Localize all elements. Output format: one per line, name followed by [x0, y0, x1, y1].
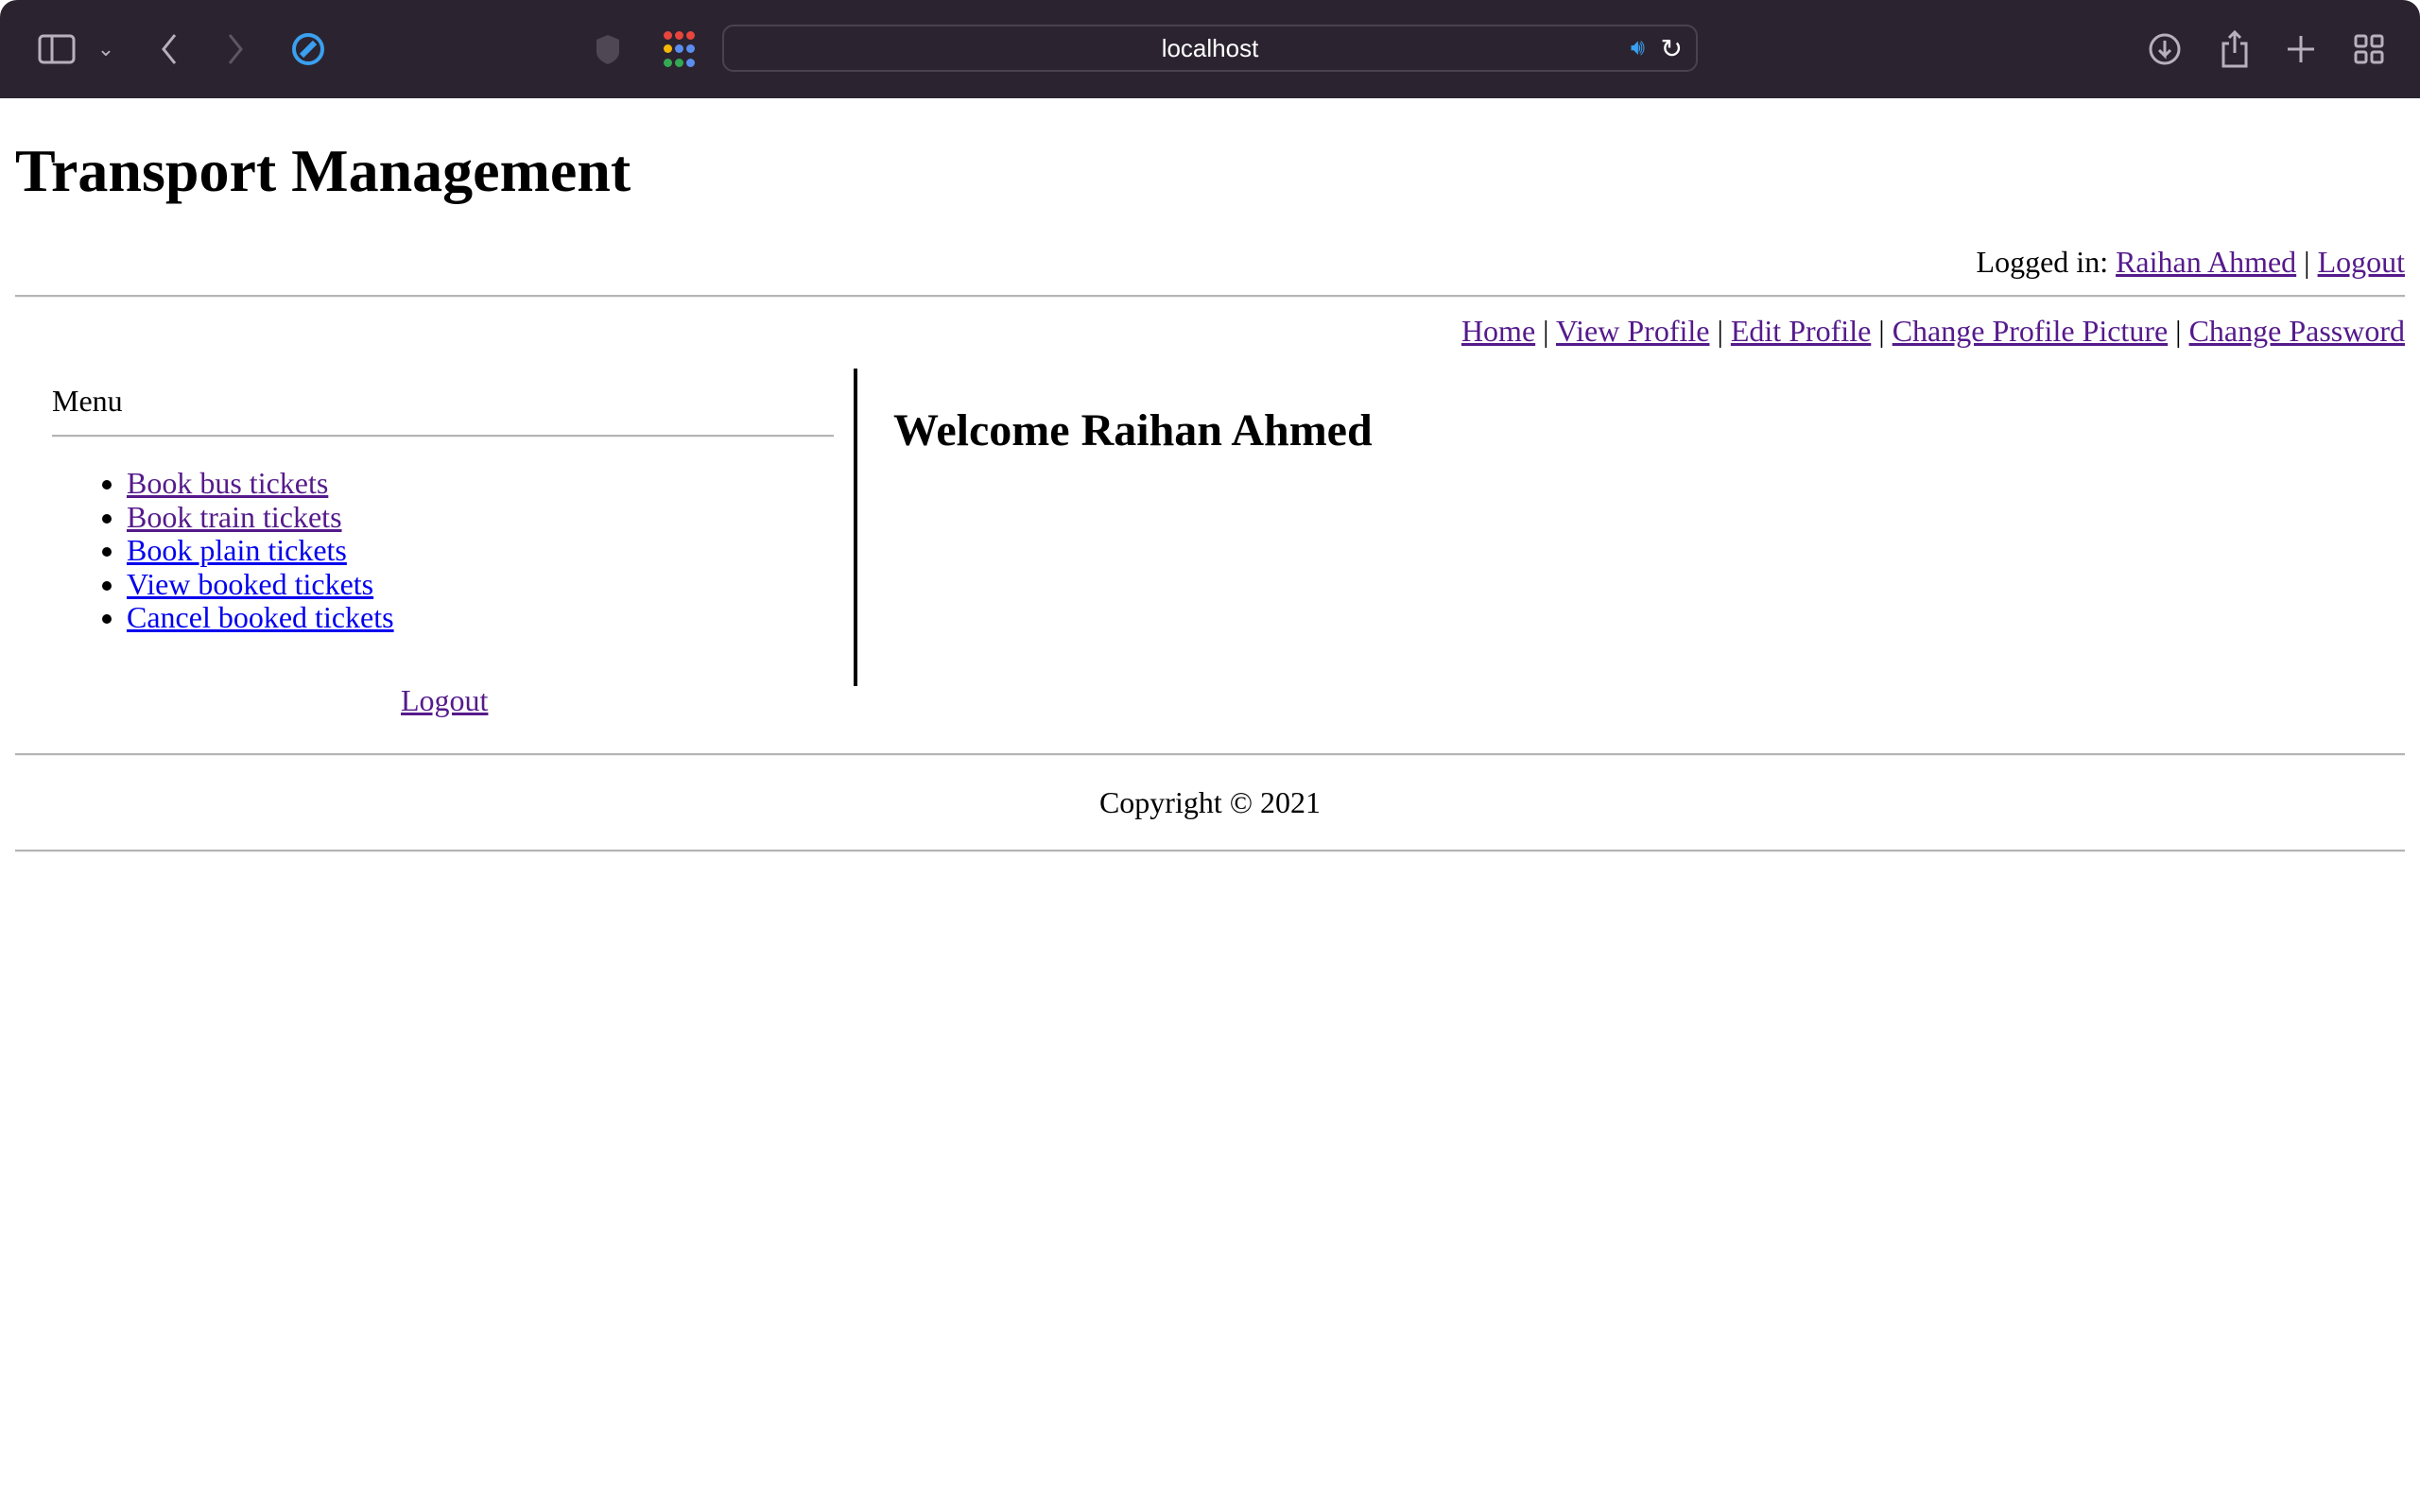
separator: | — [2304, 245, 2310, 279]
forward-icon[interactable] — [221, 30, 250, 68]
menu-divider — [52, 435, 834, 438]
sidebar-logout-link[interactable]: Logout — [401, 683, 488, 718]
browser-toolbar: ⌄ localhost 🔊︎ ↻ — [0, 0, 2420, 98]
back-icon[interactable] — [155, 30, 183, 68]
privacy-shield-icon[interactable] — [592, 30, 624, 68]
site-title: Transport Management — [15, 137, 631, 204]
menu-list: Book bus tickets Book train tickets Book… — [127, 466, 394, 635]
new-tab-icon[interactable] — [2282, 30, 2320, 68]
audio-playing-icon[interactable]: 🔊︎ — [1631, 35, 1645, 61]
column-divider — [854, 369, 857, 686]
tab-overview-icon[interactable] — [2350, 30, 2388, 68]
sidebar-toggle-icon[interactable] — [36, 30, 78, 68]
login-status: Logged in: Raihan Ahmed | Logout — [1977, 245, 2405, 280]
nav-view-profile[interactable]: View Profile — [1556, 314, 1709, 348]
nav-home[interactable]: Home — [1461, 314, 1535, 348]
menu-book-plain[interactable]: Book plain tickets — [127, 533, 347, 567]
menu-item: Book train tickets — [127, 500, 394, 535]
url-text: localhost — [1161, 33, 1259, 62]
separator: | — [1543, 314, 1549, 348]
profile-nav: Home | View Profile | Edit Profile | Cha… — [1461, 314, 2405, 349]
logged-in-label: Logged in: — [1976, 245, 2109, 279]
downloads-icon[interactable] — [2146, 30, 2184, 68]
share-icon[interactable] — [2216, 30, 2254, 68]
menu-book-bus[interactable]: Book bus tickets — [127, 466, 328, 500]
reload-icon[interactable]: ↻ — [1661, 33, 1683, 64]
footer-divider-bottom — [15, 850, 2405, 852]
menu-item: View booked tickets — [127, 567, 394, 602]
menu-item: Cancel booked tickets — [127, 601, 394, 635]
address-bar[interactable]: localhost 🔊︎ ↻ — [722, 25, 1698, 72]
menu-view-booked[interactable]: View booked tickets — [127, 567, 373, 601]
separator: | — [1878, 314, 1885, 348]
separator: | — [2175, 314, 2182, 348]
divider — [15, 295, 2405, 298]
safari-compass-icon[interactable] — [289, 30, 327, 68]
header-logout-link[interactable]: Logout — [2318, 245, 2405, 279]
menu-item: Book plain tickets — [127, 533, 394, 568]
menu-cancel-booked[interactable]: Cancel booked tickets — [127, 600, 394, 635]
menu-item: Book bus tickets — [127, 466, 394, 501]
menu-title: Menu — [52, 384, 123, 418]
footer-divider-top — [15, 753, 2405, 756]
nav-edit-profile[interactable]: Edit Profile — [1731, 314, 1871, 348]
copyright: Copyright © 2021 — [1098, 785, 1322, 819]
nav-change-profile-picture[interactable]: Change Profile Picture — [1893, 314, 2168, 348]
separator: | — [1717, 314, 1723, 348]
menu-book-train[interactable]: Book train tickets — [127, 500, 342, 534]
chevron-down-icon[interactable]: ⌄ — [95, 30, 117, 68]
user-name-link[interactable]: Raihan Ahmed — [2116, 245, 2296, 279]
welcome-heading: Welcome Raihan Ahmed — [893, 405, 1373, 455]
extensions-grid-icon[interactable] — [658, 30, 700, 68]
nav-change-password[interactable]: Change Password — [2189, 314, 2405, 348]
